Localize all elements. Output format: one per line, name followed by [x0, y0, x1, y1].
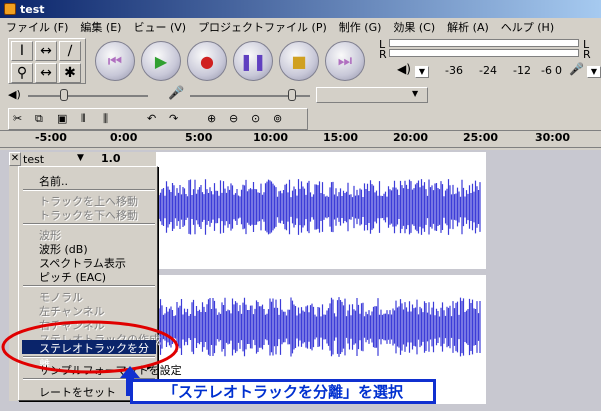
- ruler-label: 30:00: [535, 131, 571, 144]
- ruler-label: 10:00: [253, 131, 289, 144]
- skip-start-button[interactable]: ⏮: [95, 41, 135, 81]
- menu-item-move-down[interactable]: トラックを下へ移動: [39, 207, 138, 223]
- ruler-label: 0:00: [110, 131, 138, 144]
- track-menu-chevron-down-icon[interactable]: ▼: [77, 153, 84, 163]
- menu-generate[interactable]: 制作 (G): [339, 19, 382, 35]
- meter-scale-36: -36: [445, 64, 463, 77]
- tools-toolbar: I ↔ ∕ ⚲ ↔ ✱: [8, 38, 86, 84]
- meter-toolbar: L R L R ◀) ▼ -36 -24 -12 -6 0 🎤 ▼: [375, 36, 601, 86]
- meter-scale-0: 0: [555, 64, 562, 77]
- timeshift-tool-icon[interactable]: ↔: [35, 63, 57, 83]
- annotation-ellipse: [1, 320, 179, 374]
- record-button[interactable]: ●: [187, 41, 227, 81]
- ruler-label: 20:00: [393, 131, 429, 144]
- menu-edit[interactable]: 編集 (E): [80, 19, 121, 35]
- ruler-label: -5:00: [35, 131, 67, 144]
- output-volume-slider[interactable]: [28, 95, 148, 97]
- undo-icon[interactable]: ↶: [147, 112, 156, 125]
- paste-icon[interactable]: ▣: [57, 112, 67, 125]
- menu-item-name[interactable]: 名前..: [39, 173, 68, 189]
- track-rate: 1.0: [101, 152, 121, 165]
- menu-separator: [23, 189, 155, 191]
- menu-separator: [23, 223, 155, 225]
- copy-icon[interactable]: ⧉: [35, 112, 43, 126]
- menu-analyze[interactable]: 解析 (A): [447, 19, 489, 35]
- input-volume-thumb[interactable]: [288, 89, 296, 101]
- record-meter-dropdown-icon[interactable]: ▼: [587, 66, 601, 78]
- track-close-icon[interactable]: ✕: [9, 152, 21, 166]
- ruler-label: 25:00: [463, 131, 499, 144]
- trim-icon[interactable]: ⫴: [81, 112, 86, 126]
- ruler-label: 5:00: [185, 131, 213, 144]
- meter-right-label: R: [379, 48, 387, 61]
- track-name[interactable]: test: [23, 153, 44, 166]
- output-volume-icon: ◀): [8, 88, 21, 101]
- input-source-chevron-down-icon: ▼: [412, 89, 419, 98]
- meter-scale-12: -12: [513, 64, 531, 77]
- pause-icon: ❚❚: [239, 51, 267, 71]
- waveform-display[interactable]: [156, 152, 486, 404]
- playback-meter-right: [389, 49, 579, 57]
- multi-tool-icon[interactable]: ✱: [59, 63, 81, 83]
- menu-item-pitch[interactable]: ピッチ (EAC): [39, 269, 106, 285]
- zoom-out-icon[interactable]: ⊖: [229, 112, 238, 125]
- redo-icon[interactable]: ↷: [169, 112, 178, 125]
- mixer-toolbar: ◀) 🎤 ▼: [8, 86, 600, 106]
- zoom-in-icon[interactable]: ⊕: [207, 112, 216, 125]
- app-icon: [4, 3, 16, 15]
- draw-tool-icon[interactable]: ∕: [59, 41, 81, 61]
- play-button[interactable]: ▶: [141, 41, 181, 81]
- envelope-tool-icon[interactable]: ↔: [35, 41, 57, 61]
- menu-effect[interactable]: 効果 (C): [393, 19, 435, 35]
- meter2-right-label: R: [583, 48, 591, 61]
- silence-icon[interactable]: ⫼: [103, 112, 108, 126]
- stop-icon: ■: [291, 51, 307, 71]
- skip-end-button[interactable]: ⏭: [325, 41, 365, 81]
- edit-toolbar: ✂ ⧉ ▣ ⫴ ⫼ ↶ ↷ ⊕ ⊖ ⊙ ⊚: [8, 108, 308, 130]
- record-icon: ●: [200, 51, 214, 71]
- playback-meter-left: [389, 39, 579, 47]
- timeline-ruler[interactable]: -5:00 0:00 5:00 10:00 15:00 20:00 25:00 …: [0, 130, 601, 148]
- microphone-icon: 🎤: [569, 62, 584, 76]
- stop-button[interactable]: ■: [279, 41, 319, 81]
- audacity-window: test ファイル (F) 編集 (E) ビュー (V) プロジェクトファイル …: [0, 0, 601, 411]
- menu-help[interactable]: ヘルプ (H): [501, 19, 554, 35]
- meter-scale-6: -6: [541, 64, 552, 77]
- play-icon: ▶: [154, 51, 168, 71]
- window-title: test: [20, 2, 45, 16]
- menu-item-set-rate[interactable]: レートをセット: [39, 384, 116, 400]
- menu-bar: ファイル (F) 編集 (E) ビュー (V) プロジェクトファイル (P) 制…: [0, 18, 601, 36]
- menu-file[interactable]: ファイル (F): [6, 19, 68, 35]
- speaker-icon: ◀): [397, 62, 411, 76]
- meter-scale-24: -24: [479, 64, 497, 77]
- skip-start-icon: ⏮: [107, 51, 123, 70]
- skip-end-icon: ⏭: [337, 51, 353, 70]
- ruler-label: 15:00: [323, 131, 359, 144]
- selection-tool-icon[interactable]: I: [11, 41, 33, 61]
- fit-selection-icon[interactable]: ⊙: [251, 112, 260, 125]
- meter-dropdown-icon[interactable]: ▼: [415, 66, 429, 78]
- title-bar: test: [0, 0, 601, 18]
- fit-project-icon[interactable]: ⊚: [273, 112, 282, 125]
- input-volume-icon: 🎤: [168, 86, 185, 101]
- pause-button[interactable]: ❚❚: [233, 41, 273, 81]
- menu-view[interactable]: ビュー (V): [133, 19, 186, 35]
- cut-icon[interactable]: ✂: [13, 112, 22, 125]
- zoom-tool-icon[interactable]: ⚲: [11, 63, 33, 83]
- menu-project[interactable]: プロジェクトファイル (P): [198, 19, 327, 35]
- instruction-callout: 「ステレオトラックを分離」を選択: [130, 379, 436, 404]
- menu-separator: [23, 285, 155, 287]
- output-volume-thumb[interactable]: [60, 89, 68, 101]
- transport-toolbar: ⏮ ▶ ● ❚❚ ■ ⏭: [95, 40, 380, 82]
